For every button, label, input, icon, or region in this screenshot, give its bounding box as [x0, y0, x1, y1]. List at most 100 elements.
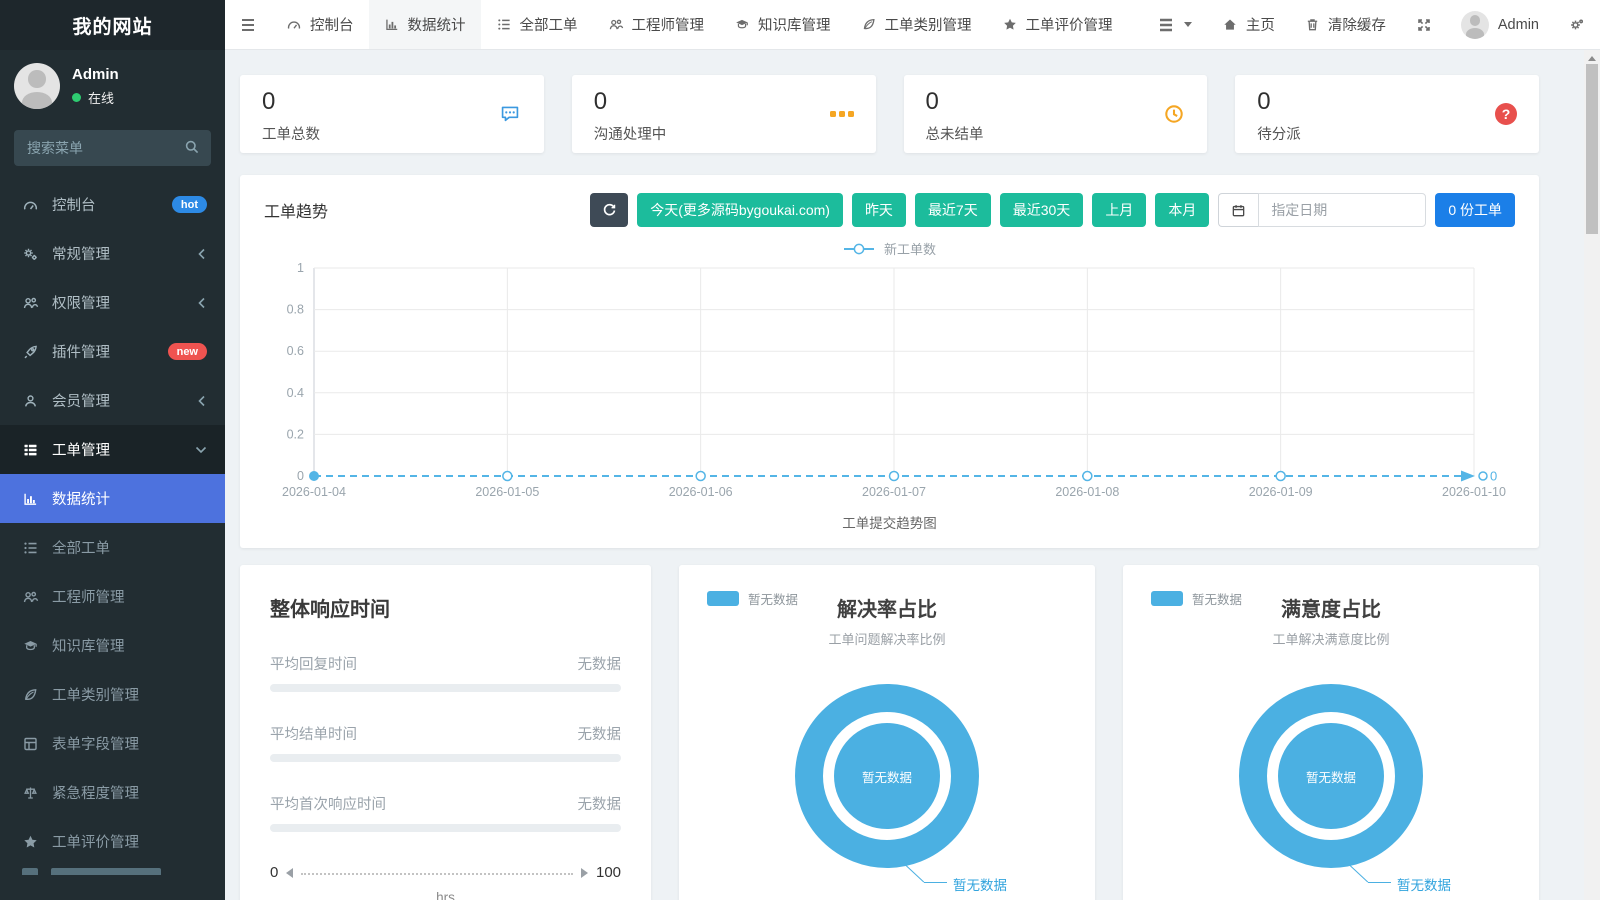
- tab-label: 控制台: [310, 14, 354, 35]
- scrollbar-thumb[interactable]: [1586, 64, 1598, 234]
- clock-icon: [1163, 103, 1185, 125]
- range-thismonth-button[interactable]: 本月: [1155, 193, 1209, 227]
- range-today-button[interactable]: 今天(更多源码bygoukai.com): [637, 193, 843, 227]
- online-status-icon: [72, 93, 81, 102]
- user-status-label: 在线: [88, 88, 114, 107]
- sidebar-subitem-reviews[interactable]: 工单评价管理: [0, 817, 225, 866]
- legend-label: 暂无数据: [748, 589, 798, 608]
- tab-label: 工程师管理: [632, 14, 705, 35]
- progress-bar: [270, 824, 621, 832]
- fullscreen-button[interactable]: [1401, 0, 1447, 49]
- svg-text:0.6: 0.6: [287, 344, 304, 358]
- leaf-icon: [861, 17, 877, 32]
- question-icon: ?: [1495, 103, 1517, 125]
- sidebar-item-dashboard[interactable]: 控制台 hot: [0, 180, 225, 229]
- tab-reviews[interactable]: 工单评价管理: [987, 0, 1128, 49]
- range-lastmonth-button[interactable]: 上月: [1092, 193, 1146, 227]
- scrollbar[interactable]: [1584, 50, 1600, 900]
- response-row-value: 无数据: [578, 653, 622, 674]
- donut-legend[interactable]: 暂无数据: [707, 589, 798, 608]
- svg-text:2026-01-10: 2026-01-10: [1442, 485, 1506, 499]
- range-7days-button[interactable]: 最近7天: [915, 193, 991, 227]
- sidebar-item-members[interactable]: 会员管理: [0, 376, 225, 425]
- donut-chart[interactable]: 暂无数据 暂无数据: [795, 684, 979, 868]
- order-count-button[interactable]: 0 份工单: [1435, 193, 1515, 227]
- tab-statistics[interactable]: 数据统计: [369, 0, 481, 49]
- sidebar-item-label: 会员管理: [52, 390, 184, 411]
- users-icon: [608, 17, 624, 32]
- svg-text:2026-01-07: 2026-01-07: [862, 485, 926, 499]
- tab-all-orders[interactable]: 全部工单: [481, 0, 593, 49]
- sidebar-item-workorders[interactable]: 工单管理: [0, 425, 225, 474]
- svg-text:0: 0: [297, 469, 304, 483]
- tab-knowledge[interactable]: 知识库管理: [719, 0, 846, 49]
- star-icon: [22, 834, 39, 850]
- clear-cache-button[interactable]: 清除缓存: [1290, 0, 1401, 49]
- sidebar-subitem-knowledge[interactable]: 知识库管理: [0, 621, 225, 670]
- sidebar-item-general[interactable]: 常规管理: [0, 229, 225, 278]
- hours-scale: 0 100: [270, 864, 621, 881]
- scale-dotted-line: [301, 873, 573, 875]
- legend-label: 新工单数: [884, 239, 936, 258]
- home-button[interactable]: 主页: [1207, 0, 1290, 49]
- range-30days-button[interactable]: 最近30天: [1000, 193, 1084, 227]
- callout-line: [902, 862, 924, 883]
- gears-icon: [22, 246, 39, 262]
- comment-icon: [498, 103, 522, 125]
- sidebar-subitem-categories[interactable]: 工单类别管理: [0, 670, 225, 719]
- svg-text:0.2: 0.2: [287, 427, 304, 441]
- list-menu-icon: [1158, 18, 1174, 32]
- sidebar-item-plugins[interactable]: 插件管理 new: [0, 327, 225, 376]
- svg-text:1: 1: [297, 261, 304, 275]
- sidebar-subitem-form-fields[interactable]: 表单字段管理: [0, 719, 225, 768]
- graduation-cap-icon: [22, 638, 39, 654]
- progress-bar: [270, 684, 621, 692]
- svg-text:2026-01-08: 2026-01-08: [1055, 485, 1119, 499]
- svg-text:2026-01-05: 2026-01-05: [475, 485, 539, 499]
- ellipsis-icon: [830, 111, 854, 117]
- sidebar-item-permissions[interactable]: 权限管理: [0, 278, 225, 327]
- sidebar-subitem-label: 工单评价管理: [52, 831, 207, 852]
- trend-line-chart[interactable]: 00.20.40.60.812026-01-042026-01-052026-0…: [264, 258, 1532, 510]
- stat-label: 沟通处理中: [594, 123, 854, 144]
- stat-card-unclosed: 0 总未结单: [904, 75, 1208, 153]
- sidebar-subitem-all-orders[interactable]: 全部工单: [0, 523, 225, 572]
- quick-menu-button[interactable]: [1143, 0, 1207, 49]
- user-name: Admin: [72, 66, 119, 83]
- fullscreen-icon: [1416, 17, 1432, 33]
- hamburger-icon: [240, 18, 256, 32]
- range-yesterday-button[interactable]: 昨天: [852, 193, 906, 227]
- sidebar-subitem-engineers[interactable]: 工程师管理: [0, 572, 225, 621]
- scale-min: 0: [270, 864, 278, 881]
- donut-center-label: 暂无数据: [834, 723, 940, 829]
- tab-dashboard[interactable]: 控制台: [271, 0, 369, 49]
- arrow-right-icon: [581, 868, 588, 878]
- sidebar-subitem-statistics[interactable]: 数据统计: [0, 474, 225, 523]
- gauge-icon: [22, 197, 39, 213]
- chart-legend[interactable]: 新工单数: [264, 239, 1515, 258]
- search-input[interactable]: [14, 130, 211, 166]
- donut-chart[interactable]: 暂无数据 暂无数据: [1239, 684, 1423, 868]
- tab-engineers[interactable]: 工程师管理: [593, 0, 720, 49]
- sidebar-toggle-button[interactable]: [225, 0, 271, 49]
- chevron-left-icon: [197, 248, 207, 260]
- user-icon: [22, 393, 39, 409]
- date-input[interactable]: [1258, 193, 1426, 227]
- sidebar-subitem-label: 数据统计: [52, 488, 207, 509]
- donut-legend[interactable]: 暂无数据: [1151, 589, 1242, 608]
- settings-button[interactable]: [1553, 0, 1600, 49]
- users-icon: [22, 295, 39, 311]
- sidebar-item-label: 常规管理: [52, 243, 184, 264]
- response-card-title: 整体响应时间: [270, 593, 621, 622]
- sidebar-item-clipped[interactable]: [0, 866, 225, 875]
- trash-icon: [1305, 17, 1320, 32]
- sidebar-item-label: 权限管理: [52, 292, 184, 313]
- bar-chart-icon: [22, 491, 39, 507]
- sidebar-subitem-urgency[interactable]: 紧急程度管理: [0, 768, 225, 817]
- sidebar-subitem-label: 全部工单: [52, 537, 207, 558]
- legend-swatch-icon: [707, 591, 739, 606]
- user-menu[interactable]: Admin: [1447, 0, 1553, 49]
- refresh-button[interactable]: [590, 193, 628, 227]
- response-row-label: 平均首次响应时间: [270, 793, 386, 814]
- tab-categories[interactable]: 工单类别管理: [846, 0, 987, 49]
